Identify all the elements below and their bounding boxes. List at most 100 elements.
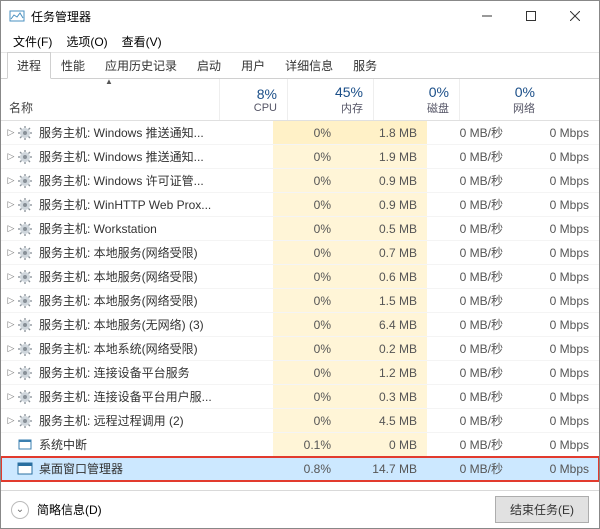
statusbar: ⌄ 简略信息(D) 结束任务(E)	[1, 490, 599, 528]
mem-cell: 0.5 MB	[341, 217, 427, 240]
tab-users[interactable]: 用户	[231, 52, 275, 79]
expand-icon[interactable]: ▷	[1, 271, 15, 282]
process-row[interactable]: ▷服务主机: 连接设备平台用户服...0%0.3 MB0 MB/秒0 Mbps	[1, 385, 599, 409]
cpu-cell: 0%	[273, 241, 341, 264]
process-row[interactable]: ▷服务主机: Windows 推送通知...0%1.9 MB0 MB/秒0 Mb…	[1, 145, 599, 169]
process-icon	[17, 365, 33, 381]
menu-view[interactable]: 查看(V)	[116, 31, 168, 52]
process-row[interactable]: ▷服务主机: 本地服务(网络受限)0%1.5 MB0 MB/秒0 Mbps	[1, 289, 599, 313]
cpu-cell: 0%	[273, 265, 341, 288]
disk-cell: 0 MB/秒	[427, 217, 513, 240]
expand-icon[interactable]: ▷	[1, 343, 15, 354]
disk-cell: 0 MB/秒	[427, 169, 513, 192]
tab-details[interactable]: 详细信息	[275, 52, 343, 79]
expand-icon[interactable]: ▷	[1, 151, 15, 162]
expand-icon[interactable]: ▷	[1, 175, 15, 186]
net-label: 网络	[513, 100, 535, 116]
process-row[interactable]: ▷服务主机: 本地服务(网络受限)0%0.7 MB0 MB/秒0 Mbps	[1, 241, 599, 265]
disk-cell: 0 MB/秒	[427, 385, 513, 408]
process-row[interactable]: ▷服务主机: 远程过程调用 (2)0%4.5 MB0 MB/秒0 Mbps	[1, 409, 599, 433]
expand-icon[interactable]: ▷	[1, 391, 15, 402]
mem-cell: 1.8 MB	[341, 121, 427, 144]
net-cell: 0 Mbps	[513, 169, 599, 192]
close-button[interactable]	[553, 2, 597, 30]
cpu-cell: 0%	[273, 385, 341, 408]
column-memory[interactable]: 45% 内存	[287, 79, 373, 120]
menu-options[interactable]: 选项(O)	[60, 31, 113, 52]
mem-cell: 14.7 MB	[341, 457, 427, 480]
mem-cell: 0.9 MB	[341, 169, 427, 192]
net-cell: 0 Mbps	[513, 121, 599, 144]
process-row[interactable]: ▷服务主机: 连接设备平台服务0%1.2 MB0 MB/秒0 Mbps	[1, 361, 599, 385]
column-network[interactable]: 0% 网络	[459, 79, 545, 120]
process-name: 服务主机: 连接设备平台用户服...	[39, 388, 273, 405]
cpu-cell: 0%	[273, 313, 341, 336]
disk-cell: 0 MB/秒	[427, 433, 513, 456]
process-name: 服务主机: 远程过程调用 (2)	[39, 412, 273, 429]
mem-cell: 1.9 MB	[341, 145, 427, 168]
expand-icon[interactable]: ▷	[1, 127, 15, 138]
process-list[interactable]: ▷服务主机: Windows 推送通知...0%1.8 MB0 MB/秒0 Mb…	[1, 121, 599, 490]
expand-icon[interactable]: ▷	[1, 247, 15, 258]
expand-icon[interactable]: ▷	[1, 199, 15, 210]
disk-cell: 0 MB/秒	[427, 145, 513, 168]
process-row[interactable]: ▷服务主机: Windows 推送通知...0%1.8 MB0 MB/秒0 Mb…	[1, 121, 599, 145]
maximize-button[interactable]	[509, 2, 553, 30]
tab-app-history[interactable]: 应用历史记录	[95, 52, 187, 79]
disk-cell: 0 MB/秒	[427, 457, 513, 480]
process-row[interactable]: ▷服务主机: 本地服务(无网络) (3)0%6.4 MB0 MB/秒0 Mbps	[1, 313, 599, 337]
menu-file[interactable]: 文件(F)	[7, 31, 58, 52]
disk-cell: 0 MB/秒	[427, 265, 513, 288]
process-name: 服务主机: 本地服务(无网络) (3)	[39, 316, 273, 333]
mem-cell: 0.6 MB	[341, 265, 427, 288]
process-row[interactable]: 桌面窗口管理器0.8%14.7 MB0 MB/秒0 Mbps	[1, 457, 599, 481]
net-cell: 0 Mbps	[513, 241, 599, 264]
process-row[interactable]: ▷服务主机: WinHTTP Web Prox...0%0.9 MB0 MB/秒…	[1, 193, 599, 217]
net-cell: 0 Mbps	[513, 217, 599, 240]
process-row[interactable]: ▷服务主机: Windows 许可证管...0%0.9 MB0 MB/秒0 Mb…	[1, 169, 599, 193]
expand-icon[interactable]: ▷	[1, 295, 15, 306]
net-cell: 0 Mbps	[513, 289, 599, 312]
column-disk[interactable]: 0% 磁盘	[373, 79, 459, 120]
process-icon	[17, 437, 33, 453]
process-row[interactable]: ▷服务主机: 本地服务(网络受限)0%0.6 MB0 MB/秒0 Mbps	[1, 265, 599, 289]
cpu-cell: 0%	[273, 217, 341, 240]
end-task-button[interactable]: 结束任务(E)	[495, 496, 589, 523]
minimize-button[interactable]	[465, 2, 509, 30]
tab-services[interactable]: 服务	[343, 52, 387, 79]
net-cell: 0 Mbps	[513, 361, 599, 384]
expand-icon[interactable]: ▷	[1, 367, 15, 378]
process-icon	[17, 317, 33, 333]
process-name: 服务主机: 本地服务(网络受限)	[39, 244, 273, 261]
net-cell: 0 Mbps	[513, 145, 599, 168]
tab-performance[interactable]: 性能	[51, 52, 95, 79]
disk-cell: 0 MB/秒	[427, 193, 513, 216]
process-row[interactable]: 系统中断0.1%0 MB0 MB/秒0 Mbps	[1, 433, 599, 457]
cpu-cell: 0%	[273, 337, 341, 360]
fewer-details-link[interactable]: 简略信息(D)	[37, 501, 102, 518]
net-cell: 0 Mbps	[513, 337, 599, 360]
column-cpu[interactable]: 8% CPU	[219, 79, 287, 120]
net-cell: 0 Mbps	[513, 265, 599, 288]
chevron-down-icon[interactable]: ⌄	[11, 501, 29, 519]
disk-cell: 0 MB/秒	[427, 121, 513, 144]
expand-icon[interactable]: ▷	[1, 223, 15, 234]
expand-icon[interactable]: ▷	[1, 319, 15, 330]
expand-icon[interactable]: ▷	[1, 415, 15, 426]
process-name: 服务主机: Windows 推送通知...	[39, 148, 273, 165]
process-name: 服务主机: WinHTTP Web Prox...	[39, 196, 273, 213]
net-cell: 0 Mbps	[513, 457, 599, 480]
process-icon	[17, 125, 33, 141]
cpu-cell: 0%	[273, 193, 341, 216]
process-row[interactable]: ▷服务主机: 本地系统(网络受限)0%0.2 MB0 MB/秒0 Mbps	[1, 337, 599, 361]
disk-cell: 0 MB/秒	[427, 337, 513, 360]
tab-startup[interactable]: 启动	[187, 52, 231, 79]
cpu-cell: 0%	[273, 121, 341, 144]
cpu-cell: 0%	[273, 169, 341, 192]
menubar: 文件(F) 选项(O) 查看(V)	[1, 31, 599, 53]
process-icon	[17, 197, 33, 213]
window-title: 任务管理器	[31, 8, 91, 25]
process-row[interactable]: ▷服务主机: Workstation0%0.5 MB0 MB/秒0 Mbps	[1, 217, 599, 241]
disk-usage-pct: 0%	[429, 84, 449, 100]
tab-processes[interactable]: 进程	[7, 52, 51, 79]
